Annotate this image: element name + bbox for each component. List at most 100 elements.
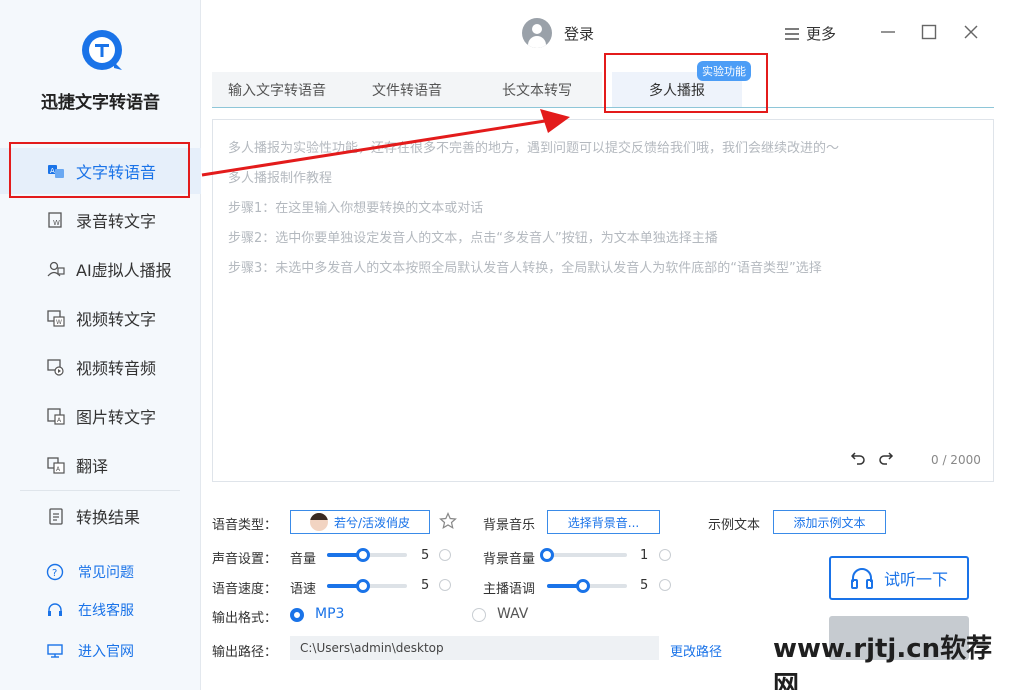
volume-label: 音量 xyxy=(290,552,317,567)
sidebar-item-label: 图片转文字 xyxy=(76,408,157,427)
intonation-slider[interactable] xyxy=(547,579,627,593)
close-icon xyxy=(964,25,978,39)
experimental-badge: 实验功能 xyxy=(697,61,751,81)
translate-icon: A xyxy=(46,455,66,475)
sidebar-item-image-to-text[interactable]: A 图片转文字 xyxy=(0,393,201,439)
menu-icon xyxy=(785,27,799,40)
voice-avatar xyxy=(309,513,328,531)
sidebar-link-label: 在线客服 xyxy=(78,603,134,619)
bg-music-button[interactable]: 选择背景音... xyxy=(547,510,660,534)
svg-text:A: A xyxy=(50,167,55,175)
slider-handle[interactable] xyxy=(356,579,370,593)
image-to-text-icon: A xyxy=(46,406,66,426)
sidebar-link-faq[interactable]: ? 常见问题 xyxy=(46,562,134,582)
slider-handle[interactable] xyxy=(576,579,590,593)
text-to-speech-icon: A xyxy=(46,161,66,181)
editor-placeholder-line: 步骤3：未选中多发音人的文本按照全局默认发音人转换，全局默认发音人为软件底部的“… xyxy=(228,261,822,276)
slider-handle[interactable] xyxy=(540,548,554,562)
sidebar-item-label: 翻译 xyxy=(76,457,109,476)
maximize-icon xyxy=(921,24,937,40)
sidebar-link-label: 进入官网 xyxy=(78,644,134,660)
undo-icon[interactable] xyxy=(850,450,866,466)
sidebar-item-label: 转换结果 xyxy=(76,508,141,527)
app-logo-icon xyxy=(82,30,122,70)
tab-bar: 输入文字转语音 文件转语音 长文本转写 多人播报 xyxy=(212,72,994,108)
svg-text:W: W xyxy=(56,319,62,326)
sidebar-item-translate[interactable]: A 翻译 xyxy=(0,442,201,488)
bg-volume-value: 1 xyxy=(640,548,649,563)
question-icon: ? xyxy=(46,563,64,581)
radio-wav[interactable] xyxy=(472,608,486,622)
speed-value: 5 xyxy=(421,578,430,593)
sidebar-link-website[interactable]: 进入官网 xyxy=(46,641,134,661)
sidebar-item-label: 视频转文字 xyxy=(76,310,157,329)
minimize-icon xyxy=(881,31,895,33)
output-path-field[interactable]: C:\Users\admin\desktop xyxy=(290,636,659,660)
sidebar-item-video-to-text[interactable]: W 视频转文字 xyxy=(0,295,201,341)
login-button[interactable]: 登录 xyxy=(522,18,594,48)
voice-name: 若兮/活泼俏皮 xyxy=(333,515,411,530)
monitor-icon xyxy=(46,642,64,660)
sidebar-item-video-to-audio[interactable]: 视频转音频 xyxy=(0,344,201,390)
redo-icon[interactable] xyxy=(878,450,894,466)
sidebar-divider xyxy=(20,490,180,491)
video-to-audio-icon xyxy=(46,357,66,377)
bg-volume-slider[interactable] xyxy=(540,548,627,562)
sound-settings-label: 声音设置： xyxy=(212,552,278,567)
format-mp3-label: MP3 xyxy=(315,606,345,622)
editor-placeholder-line: 步骤1：在这里输入你想要转换的文本或对话 xyxy=(228,201,484,216)
close-button[interactable] xyxy=(961,22,981,42)
change-path-link[interactable]: 更改路径 xyxy=(670,641,722,660)
sidebar-link-label: 常见问题 xyxy=(78,565,134,581)
sidebar-item-label: 视频转音频 xyxy=(76,359,157,378)
format-wav-label: WAV xyxy=(497,606,529,622)
reset-icon[interactable] xyxy=(439,579,451,591)
reset-icon[interactable] xyxy=(439,549,451,561)
output-format-label: 输出格式： xyxy=(212,611,278,626)
editor-placeholder-line: 步骤2：选中你要单独设定发音人的文本，点击“多发音人”按钮，为文本单独选择主播 xyxy=(228,231,718,246)
svg-text:W: W xyxy=(53,219,60,227)
sample-text-label: 示例文本 xyxy=(708,518,761,533)
sidebar-link-support[interactable]: 在线客服 xyxy=(46,600,134,620)
text-editor[interactable]: 多人播报为实验性功能，还存在很多不完善的地方，遇到问题可以提交反馈给我们哦，我们… xyxy=(212,119,994,482)
bg-volume-label: 背景音量 xyxy=(483,552,536,567)
video-to-text-icon: W xyxy=(46,308,66,328)
add-sample-text-button[interactable]: 添加示例文本 xyxy=(773,510,886,534)
sidebar-item-label: 文字转语音 xyxy=(76,163,157,182)
login-label: 登录 xyxy=(564,24,595,43)
watermark: www.rjtj.cn软荐网 xyxy=(773,634,993,690)
sidebar: 迅捷文字转语音 A 文字转语音 W 录音转文字 AI虚拟人播报 W 视频转文字 … xyxy=(0,0,201,690)
output-path-label: 输出路径： xyxy=(212,645,278,660)
sidebar-item-ai-avatar[interactable]: AI虚拟人播报 xyxy=(0,246,201,292)
char-counter: 0 / 2000 xyxy=(931,453,981,467)
app-title: 迅捷文字转语音 xyxy=(41,93,160,113)
listen-button[interactable]: 试听一下 xyxy=(829,556,969,600)
star-icon[interactable] xyxy=(439,512,457,530)
minimize-button[interactable] xyxy=(878,22,898,42)
tab-file-to-speech[interactable]: 文件转语音 xyxy=(342,72,472,107)
reset-icon[interactable] xyxy=(659,549,671,561)
voice-select-button[interactable]: 若兮/活泼俏皮 xyxy=(290,510,430,534)
tab-long-text[interactable]: 长文本转写 xyxy=(472,72,602,107)
reset-icon[interactable] xyxy=(659,579,671,591)
more-menu-button[interactable]: 更多 xyxy=(784,23,836,44)
volume-slider[interactable] xyxy=(327,548,407,562)
tab-input-text[interactable]: 输入文字转语音 xyxy=(212,72,342,107)
intonation-label: 主播语调 xyxy=(483,582,536,597)
editor-placeholder-line: 多人播报制作教程 xyxy=(228,171,333,186)
voice-type-label: 语音类型： xyxy=(212,518,278,533)
radio-mp3[interactable] xyxy=(290,608,304,622)
slider-handle[interactable] xyxy=(356,548,370,562)
intonation-value: 5 xyxy=(640,578,649,593)
sidebar-item-recording-to-text[interactable]: W 录音转文字 xyxy=(0,197,201,243)
headphones-icon xyxy=(850,567,874,589)
recording-to-text-icon: W xyxy=(46,210,66,230)
sidebar-item-text-to-speech[interactable]: A 文字转语音 xyxy=(0,148,201,194)
maximize-button[interactable] xyxy=(919,22,939,42)
speed-slider[interactable] xyxy=(327,579,407,593)
avatar xyxy=(522,18,552,48)
sidebar-item-results[interactable]: 转换结果 xyxy=(0,493,201,539)
speed-row-label: 语音速度： xyxy=(212,582,278,597)
headset-icon xyxy=(46,601,64,619)
svg-text:?: ? xyxy=(52,568,57,579)
